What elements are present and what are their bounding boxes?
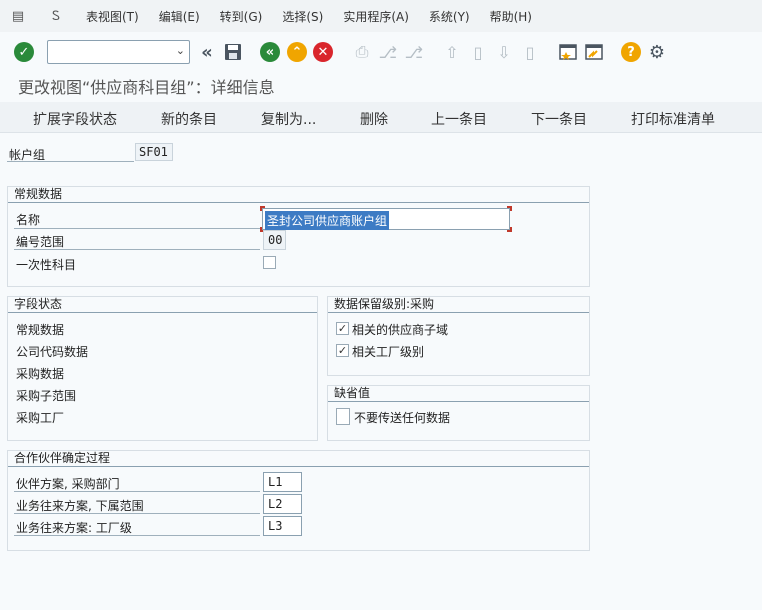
copy-as-button[interactable]: 复制为... [261,109,316,129]
one-time-account-label: 一次性科目 [16,258,77,272]
business-schema-plant-field[interactable]: L3 [263,516,302,536]
retention-level-title: 数据保留级别:采购 [328,297,589,313]
new-session-button[interactable] [557,41,579,63]
general-data-title: 常规数据 [8,187,589,203]
menu-system[interactable]: 系统(Y) [429,8,470,25]
shortcut-icon [585,44,603,60]
focus-corner [507,227,512,232]
plant-level-checkbox[interactable]: ✓ [336,344,349,357]
shortcut-button[interactable] [583,41,605,63]
find-next-icon[interactable]: ⎇ [403,41,425,63]
customize-icon[interactable]: Ꮪ [46,6,66,26]
help-icon: ? [621,42,641,62]
back-icon: « [260,42,280,62]
expand-field-status-button[interactable]: 扩展字段状态 [33,109,117,129]
help-button[interactable]: ? [620,41,642,63]
standard-toolbar: ✓ ⌄ « « ⌃ ✕ ⎙ ⎇ ⎇ ⇧ ▯ ⇩ ▯ ? ⚙ [0,32,762,72]
label-underline [14,535,260,536]
business-schema-plant-label: 业务往来方案: 工厂级 [16,521,132,535]
chevron-down-icon[interactable]: ⌄ [176,44,185,57]
next-entry-button[interactable]: 下一条目 [531,109,587,129]
print-icon[interactable]: ⎙ [351,41,373,63]
new-entries-button[interactable]: 新的条目 [161,109,217,129]
next-page-icon[interactable]: ⇩ [493,41,515,63]
command-field[interactable]: ⌄ [47,40,190,64]
no-data-transfer-label: 不要传送任何数据 [354,411,451,425]
field-status-title: 字段状态 [8,297,317,313]
partner-schema-label: 伙伴方案, 采购部门 [16,477,120,491]
supplier-subrange-checkbox[interactable]: ✓ [336,322,349,335]
supplier-subrange-label: 相关的供应商子域 [352,323,449,337]
previous-entry-button[interactable]: 上一条目 [431,109,487,129]
last-page-icon[interactable]: ▯ [519,41,541,63]
menu-table-view[interactable]: 表视图(T) [86,8,139,25]
name-value: 圣封公司供应商账户组 [265,211,390,230]
field-status-purchasing[interactable]: 采购数据 [16,365,64,382]
one-time-account-checkbox[interactable] [263,256,276,269]
exit-icon: ⌃ [287,42,307,62]
find-icon[interactable]: ⎇ [377,41,399,63]
application-toolbar: 扩展字段状态 新的条目 复制为... 删除 上一条目 下一条目 打印标准清单 [0,102,762,133]
cancel-icon: ✕ [313,42,333,62]
save-icon [225,44,241,60]
settings-icon[interactable]: ⚙ [646,41,668,63]
menu-utilities[interactable]: 实用程序(A) [343,8,409,25]
field-status-purchasing-plant[interactable]: 采购工厂 [16,409,64,426]
focus-corner [260,206,265,211]
back-double-icon[interactable]: « [196,41,218,63]
menu-edit[interactable]: 编辑(E) [159,8,200,25]
enter-button[interactable]: ✓ [13,41,35,63]
first-page-icon[interactable]: ⇧ [441,41,463,63]
menu-goto[interactable]: 转到(G) [220,8,263,25]
number-range-label: 编号范围 [16,235,65,249]
general-data-group: 常规数据 [7,186,590,287]
delete-button[interactable]: 删除 [360,109,388,129]
no-data-transfer-checkbox[interactable] [336,408,350,425]
plant-level-label: 相关工厂级别 [352,345,425,359]
business-schema-subrange-label: 业务往来方案, 下属范围 [16,499,144,513]
business-schema-subrange-field[interactable]: L2 [263,494,302,514]
back-button[interactable]: « [259,41,281,63]
account-group-value: SF01 [135,143,173,161]
label-underline [14,228,260,229]
exit-button[interactable]: ⌃ [286,41,308,63]
save-button[interactable] [222,41,244,63]
partner-schema-field[interactable]: L1 [263,472,302,492]
menu-selection[interactable]: 选择(S) [282,8,323,25]
label-underline [7,161,134,162]
print-standard-list-button[interactable]: 打印标准清单 [631,109,715,129]
check-icon: ✓ [14,42,34,62]
field-status-company-code[interactable]: 公司代码数据 [16,343,88,360]
menu-help[interactable]: 帮助(H) [490,8,532,25]
new-session-icon [559,44,577,60]
label-underline [14,513,260,514]
cancel-button[interactable]: ✕ [312,41,334,63]
default-values-title: 缺省值 [328,386,589,402]
number-range-value[interactable]: 00 [263,230,286,250]
field-status-purchasing-subrange[interactable]: 采购子范围 [16,387,76,404]
label-underline [14,491,260,492]
field-status-general[interactable]: 常规数据 [16,321,64,338]
name-label: 名称 [16,213,41,227]
menu-bar: ▤ Ꮪ 表视图(T) 编辑(E) 转到(G) 选择(S) 实用程序(A) 系统(… [0,0,762,32]
partner-determination-title: 合作伙伴确定过程 [8,451,589,467]
label-underline [14,249,260,250]
menu-icon[interactable]: ▤ [8,6,28,26]
name-field[interactable]: 圣封公司供应商账户组 [262,208,510,230]
focus-corner [507,206,512,211]
page-title: 更改视图“供应商科目组”：详细信息 [18,78,275,97]
prev-page-icon[interactable]: ▯ [467,41,489,63]
